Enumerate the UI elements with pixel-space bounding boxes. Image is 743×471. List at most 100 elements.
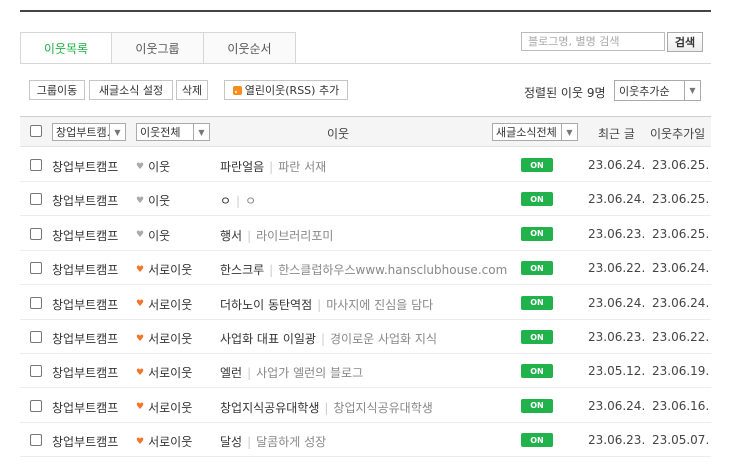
neighbor-info: 엘런 | 사업가 엘런의 블로그 [220, 364, 363, 381]
separator: | [324, 400, 329, 415]
neighbor-nickname-link[interactable]: 더하노이 동탄역점 [220, 298, 312, 312]
table-row: 창업부트캠프 ♥ 서로이웃 창업지식공유대학생 | 창업지식공유대학생 ON 23.06.24… [20, 389, 711, 423]
row-checkbox[interactable] [30, 262, 42, 275]
relation: ♥ 서로이웃 [136, 330, 192, 347]
rss-add-button[interactable]: 열린이웃(RSS) 추가 [224, 80, 348, 100]
row-checkbox[interactable] [30, 434, 42, 447]
tab-neighbor-order[interactable]: 이웃순서 [204, 32, 296, 64]
heart-icon: ♥ [136, 264, 145, 275]
new-post-setting-button[interactable]: 새글소식 설정 [89, 80, 173, 100]
neighbor-blog-link[interactable]: 달콤하게 성장 [256, 435, 326, 449]
added-date: 23.06.22. [652, 330, 710, 344]
neighbor-nickname-link[interactable]: 사업화 대표 이일광 [220, 332, 316, 346]
recent-post-date: 23.06.24. [588, 295, 646, 310]
row-checkbox[interactable] [30, 227, 42, 240]
neighbor-nickname-link[interactable]: 파란얼음 [220, 160, 264, 174]
separator: | [247, 435, 252, 450]
tab-neighbor-group[interactable]: 이웃그룹 [112, 32, 204, 64]
row-checkbox[interactable] [30, 193, 42, 206]
added-date-column-header[interactable]: 이웃추가일 [650, 125, 705, 142]
delete-button[interactable]: 삭제 [176, 80, 208, 100]
rss-add-label: 열린이웃(RSS) 추가 [244, 84, 340, 97]
added-date: 23.06.16. [652, 398, 710, 413]
tab-bar: 이웃목록 이웃그룹 이웃순서 [20, 32, 296, 64]
row-checkbox[interactable] [30, 331, 42, 343]
search-button[interactable]: 검색 [667, 32, 703, 52]
neighbor-nickname-link[interactable]: 행서 [220, 229, 242, 243]
neighbor-blog-link[interactable]: 파란 서재 [278, 160, 326, 174]
news-toggle-button[interactable]: ON [521, 398, 553, 413]
table-header: 창업부트캠... ▼ 이웃전체 ▼ 이웃 새글소식전체 ▼ 최근 글 이웃추가일 [20, 116, 711, 147]
news-toggle-button[interactable]: ON [521, 330, 553, 344]
group-name: 창업부트캠프 [52, 194, 119, 209]
news-toggle-button[interactable]: ON [521, 261, 553, 276]
neighbor-blog-link[interactable]: ㅇ [245, 194, 256, 208]
table-row: 창업부트캠프 ♥ 서로이웃 달성 | 달콤하게 성장 ON 23.06.23. 23.05.07… [20, 423, 711, 458]
separator: | [236, 194, 241, 209]
recent-post-date: 23.06.24. [588, 398, 646, 413]
neighbor-blog-link[interactable]: 사업가 엘런의 블로그 [256, 366, 363, 380]
neighbor-nickname-link[interactable]: 엘런 [220, 366, 242, 380]
tab-divider [20, 63, 711, 64]
relation-label: 이웃 [148, 228, 171, 243]
neighbor-blog-link[interactable]: 창업지식공유대학생 [333, 401, 432, 415]
news-toggle-button[interactable]: ON [521, 192, 553, 207]
neighbor-nickname-link[interactable]: 한스크루 [220, 263, 264, 277]
relation: ♥ 서로이웃 [136, 261, 192, 278]
neighbor-nickname-link[interactable]: 창업지식공유대학생 [220, 401, 319, 415]
heart-icon: ♥ [136, 230, 145, 241]
group-move-button[interactable]: 그룹이동 [29, 80, 85, 100]
heart-icon: ♥ [136, 195, 145, 206]
neighbor-filter-select[interactable]: 이웃전체 ▼ [136, 123, 210, 141]
relation: ♥ 서로이웃 [136, 433, 192, 450]
news-toggle-button[interactable]: ON [521, 295, 553, 310]
news-toggle-button[interactable]: ON [521, 433, 553, 448]
recent-post-date: 23.06.22. [588, 261, 646, 276]
row-checkbox[interactable] [30, 296, 42, 309]
neighbor-blog-link[interactable]: 라이브러리포미 [256, 229, 333, 243]
neighbor-column-header: 이웃 [327, 127, 350, 141]
neighbor-blog-link[interactable]: 경이로운 사업화 지식 [330, 332, 437, 346]
recent-post-date: 23.06.24. [588, 192, 646, 207]
separator: | [269, 160, 274, 174]
chevron-down-icon: ▼ [561, 124, 577, 140]
news-toggle-button[interactable]: ON [521, 226, 553, 241]
news-toggle-button[interactable]: ON [521, 364, 553, 379]
added-date: 23.06.25. [652, 226, 710, 241]
tab-neighbor-list[interactable]: 이웃목록 [20, 32, 112, 64]
row-checkbox[interactable] [30, 159, 42, 171]
relation-label: 이웃 [148, 160, 171, 174]
relation-label: 서로이웃 [148, 366, 193, 381]
separator: | [269, 263, 274, 278]
sort-order-select[interactable]: 이웃추가순 ▼ [614, 80, 701, 101]
neighbor-info: 창업지식공유대학생 | 창업지식공유대학생 [220, 399, 433, 416]
table-row: 창업부트캠프 ♥ 이웃 파란얼음 | 파란 서재 ON 23.06.24. 23.06.25. [20, 148, 711, 182]
relation-label: 서로이웃 [148, 332, 193, 346]
news-filter-value: 새글소식전체 [496, 126, 557, 139]
table-row: 창업부트캠프 ♥ 이웃 ㅇ | ㅇ ON 23.06.24. 23.06.25. [20, 182, 711, 217]
recent-post-column-header[interactable]: 최근 글 [598, 125, 635, 142]
neighbor-info: 사업화 대표 이일광 | 경이로운 사업화 지식 [220, 330, 437, 347]
select-all-checkbox[interactable] [30, 125, 42, 137]
news-filter-select[interactable]: 새글소식전체 ▼ [492, 123, 578, 141]
neighbor-blog-link[interactable]: 한스클럽하우스www.hansclubhouse.com [278, 263, 507, 277]
separator: | [320, 332, 325, 346]
relation: ♥ 서로이웃 [136, 296, 192, 313]
row-checkbox[interactable] [30, 365, 42, 378]
neighbor-info: 파란얼음 | 파란 서재 [220, 158, 326, 175]
chevron-down-icon: ▼ [109, 124, 125, 140]
search-input[interactable] [521, 32, 665, 51]
chevron-down-icon: ▼ [193, 124, 209, 140]
top-border [20, 10, 711, 12]
group-name: 창업부트캠프 [52, 332, 119, 346]
neighbor-blog-link[interactable]: 마사지에 진심을 담다 [326, 298, 433, 312]
relation: ♥ 서로이웃 [136, 364, 192, 381]
added-date: 23.05.07. [652, 433, 710, 448]
neighbor-nickname-link[interactable]: 달성 [220, 435, 242, 449]
sort-order-value: 이웃추가순 [619, 84, 670, 98]
news-toggle-button[interactable]: ON [521, 158, 553, 172]
recent-post-date: 23.06.23. [588, 330, 646, 344]
group-filter-select[interactable]: 창업부트캠... ▼ [52, 123, 126, 141]
neighbor-nickname-link[interactable]: ㅇ [220, 194, 231, 208]
row-checkbox[interactable] [30, 399, 42, 412]
